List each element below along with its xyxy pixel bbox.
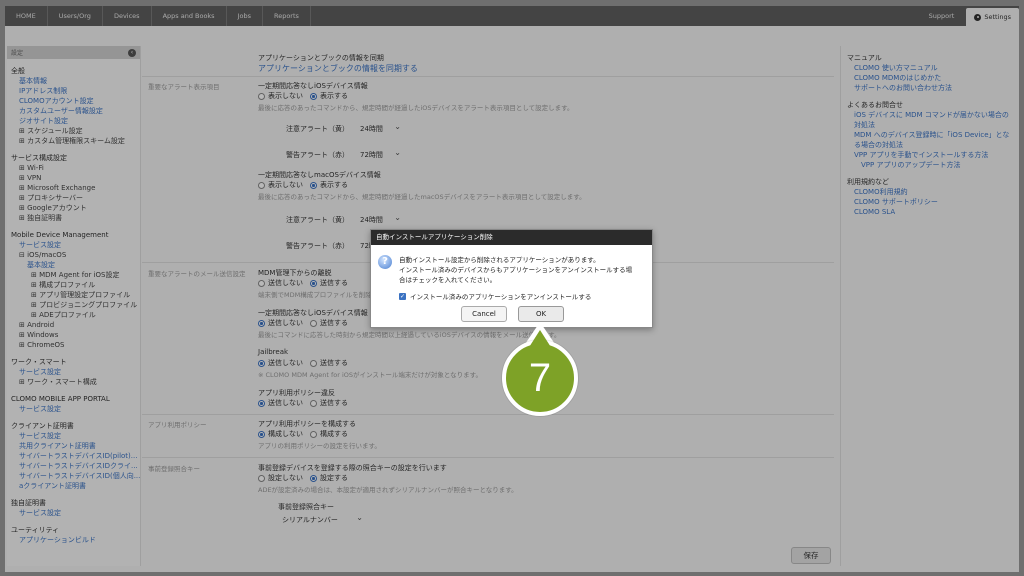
uninstall-checkbox-label: インストール済みのアプリケーションをアンインストールする — [410, 293, 592, 301]
step-marker-tip-inner — [526, 330, 554, 352]
checkbox-checked-icon[interactable]: ✓ — [399, 292, 406, 300]
dialog-message-line2: インストール済みのデバイスからもアプリケーションをアンインストールする場 — [399, 266, 633, 274]
dialog-message-line1: 自動インストール設定から削除されるアプリケーションがあります。 — [399, 256, 600, 264]
cancel-button[interactable]: Cancel — [461, 306, 507, 322]
uninstall-dialog: 自動インストールアプリケーション削除 ? 自動インストール設定から削除されるアプ… — [370, 229, 653, 328]
uninstall-checkbox-row[interactable]: ✓ インストール済みのアプリケーションをアンインストールする — [399, 291, 591, 301]
dialog-message-line3: 合はチェックを入れてください。 — [399, 276, 497, 284]
ok-button[interactable]: OK — [518, 306, 564, 322]
dialog-title: 自動インストールアプリケーション削除 — [371, 230, 652, 245]
question-icon: ? — [378, 255, 392, 269]
